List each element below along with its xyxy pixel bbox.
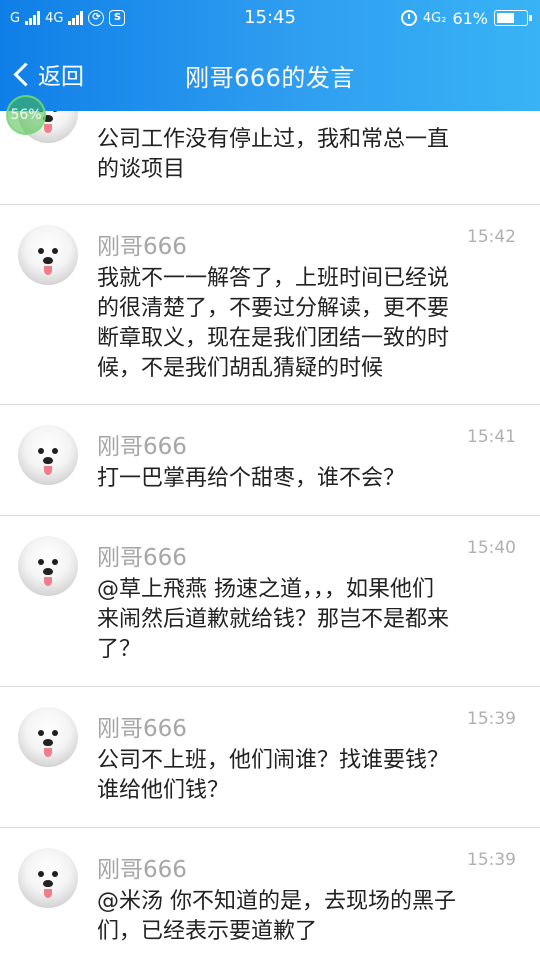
post-author[interactable]: 刚哥666	[97, 427, 187, 461]
post-time: 15:39	[467, 850, 516, 870]
page-title: 刚哥666的发言	[185, 64, 355, 92]
post-item[interactable]: 刚哥666 15:41 打一巴掌再给个甜枣，谁不会？	[0, 405, 540, 516]
avatar[interactable]	[18, 707, 78, 767]
post-author[interactable]: 刚哥666	[97, 850, 187, 884]
nav-bar: 返回 刚哥666的发言	[0, 36, 540, 111]
post-item[interactable]: 刚哥666 15:42 我就不一一解答了，上班时间已经说 的很清楚了，不要过分解…	[0, 205, 540, 405]
avatar[interactable]	[18, 225, 78, 285]
avatar[interactable]	[18, 425, 78, 485]
post-author[interactable]: 刚哥666	[97, 709, 187, 743]
floating-progress-badge[interactable]: 56%	[6, 95, 46, 135]
avatar[interactable]	[18, 536, 78, 596]
post-time: 15:42	[467, 227, 516, 247]
post-time: 15:40	[467, 538, 516, 558]
post-item[interactable]: 刚哥666 15:39 @米汤 你不知道的是，去现场的黑子 们，已经表示要道歉了	[0, 828, 540, 960]
post-item[interactable]: 刚哥666 15:39 公司不上班，他们闹谁？找谁要钱？ 谁给他们钱？	[0, 687, 540, 828]
post-list[interactable]: 公司工作没有停止过，我和常总一直 的谈项目 刚哥666 15:42 我就不一一解…	[0, 111, 540, 960]
status-right: 4G₂ 61%	[400, 8, 532, 28]
post-author[interactable]: 刚哥666	[97, 538, 187, 572]
status-bar: G 4G ⟳ S 15:45 4G₂ 61%	[0, 0, 540, 36]
post-content: 公司不上班，他们闹谁？找谁要钱？ 谁给他们钱？	[97, 748, 450, 803]
post-item[interactable]: 公司工作没有停止过，我和常总一直 的谈项目	[0, 111, 540, 205]
post-content: 打一巴掌再给个甜枣，谁不会？	[97, 466, 406, 491]
post-time: 15:41	[467, 427, 516, 447]
avatar[interactable]	[18, 848, 78, 908]
post-time: 15:39	[467, 709, 516, 729]
post-content: 我就不一一解答了，上班时间已经说 的很清楚了，不要过分解读，更不要 断章取义，现…	[97, 266, 450, 381]
battery-icon	[494, 10, 532, 26]
app-header: G 4G ⟳ S 15:45 4G₂ 61% 返回 刚哥666的发言	[0, 0, 540, 111]
network-right-label: 4G₂	[422, 10, 447, 26]
post-item[interactable]: 刚哥666 15:40 @草上飛燕 扬速之道，，，如果他们 来闹然后道歉就给钱？…	[0, 516, 540, 687]
post-content: @草上飛燕 扬速之道，，，如果他们 来闹然后道歉就给钱？那岂不是都来 了？	[97, 577, 450, 662]
battery-percent: 61%	[452, 8, 488, 28]
post-content: 公司工作没有停止过，我和常总一直 的谈项目	[97, 127, 450, 182]
post-author[interactable]: 刚哥666	[97, 227, 187, 261]
alarm-icon	[400, 10, 417, 26]
post-content: @米汤 你不知道的是，去现场的黑子 们，已经表示要道歉了	[97, 889, 456, 944]
